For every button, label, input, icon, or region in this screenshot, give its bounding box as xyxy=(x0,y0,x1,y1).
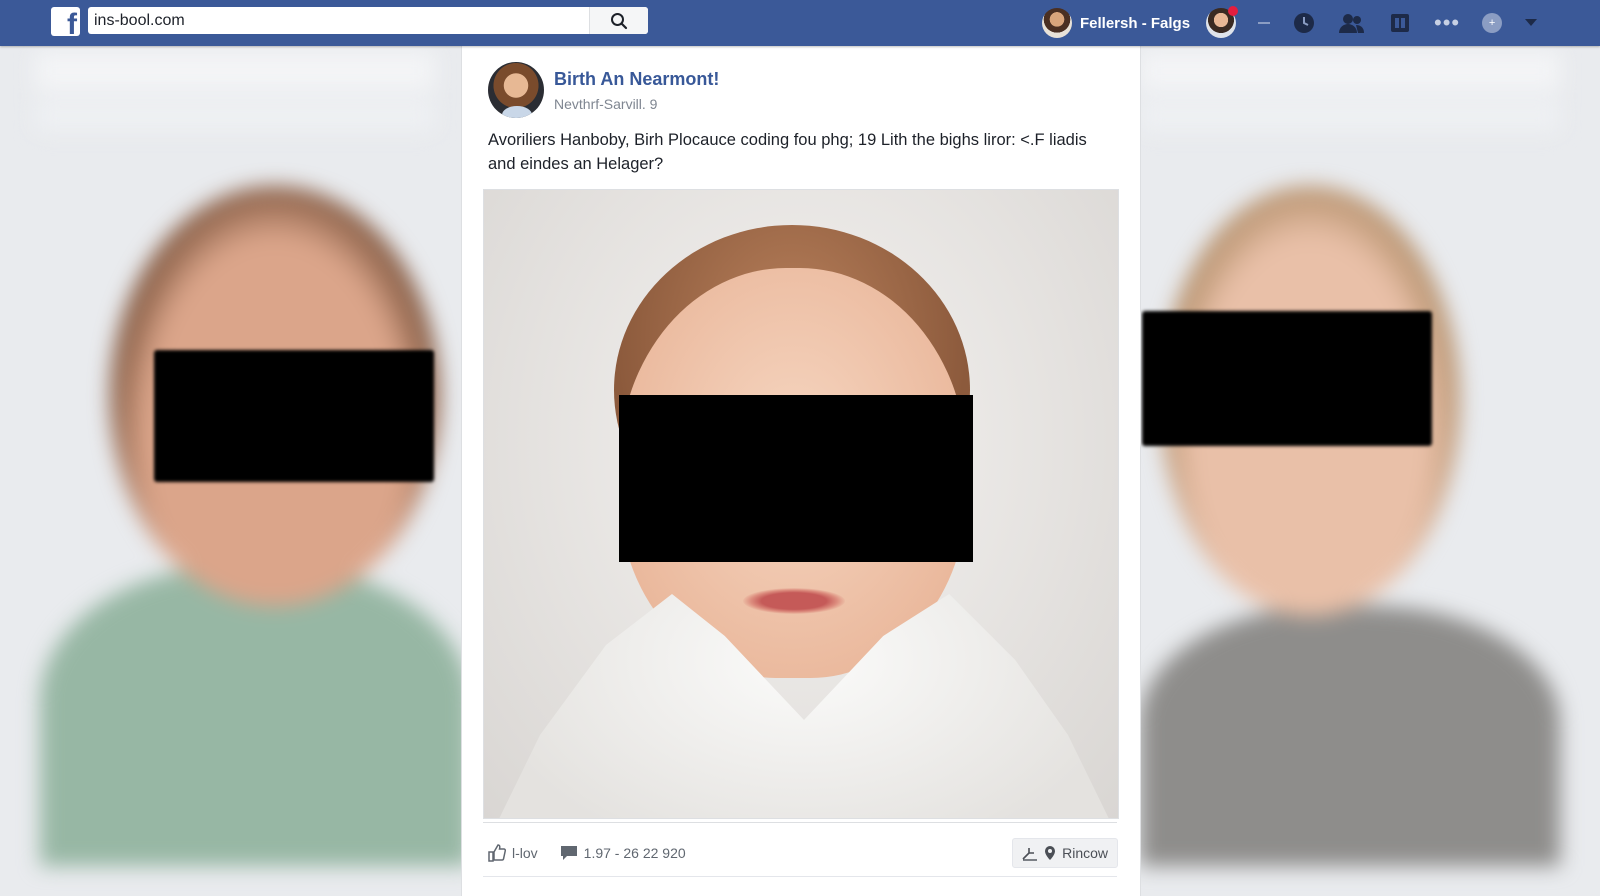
post-author-link[interactable]: Birth An Nearmont! xyxy=(554,69,719,90)
divider xyxy=(483,822,1117,823)
blurred-toolbar xyxy=(35,51,435,91)
top-icons: ••• + xyxy=(1206,5,1538,41)
blurred-person-body xyxy=(1140,606,1560,866)
author-avatar[interactable] xyxy=(488,62,544,118)
post-meta: Birth An Nearmont! Nevthrf-Sarvill. 9 xyxy=(554,69,719,112)
search-bar: ins-bool.com xyxy=(88,7,648,34)
background-left-panel xyxy=(0,46,462,896)
post-text: Avoriliers Hanboby, Birh Plocauce coding… xyxy=(488,131,1087,173)
messages-icon[interactable] xyxy=(1388,11,1412,35)
post-actions: l-lov 1.97 - 26 22 920 Rincow xyxy=(488,836,1118,870)
profile-link[interactable]: Fellersh - Falgs xyxy=(1042,6,1190,40)
comment-button[interactable]: 1.97 - 26 22 920 xyxy=(560,844,686,862)
search-button[interactable] xyxy=(589,7,648,34)
post-photo[interactable] xyxy=(483,189,1119,819)
blurred-toolbar-row xyxy=(1140,101,1560,131)
like-icon xyxy=(488,844,506,862)
logo-letter: f xyxy=(67,8,77,37)
top-navigation-bar: f ins-bool.com Fellersh - Falgs ••• + xyxy=(0,0,1600,46)
user-name: Fellersh - Falgs xyxy=(1080,14,1191,32)
search-input[interactable]: ins-bool.com xyxy=(88,12,589,30)
facebook-logo-icon[interactable]: f xyxy=(51,7,80,36)
censor-bar-right xyxy=(1142,311,1432,446)
separator-dash xyxy=(1258,22,1270,24)
blurred-toolbar xyxy=(1140,51,1560,91)
like-label: l-lov xyxy=(512,845,538,861)
blurred-backdrop xyxy=(1140,46,1600,896)
share-label: Rincow xyxy=(1062,845,1108,861)
censor-bar-left xyxy=(154,350,434,482)
location-pin-icon xyxy=(1045,846,1056,860)
plus-icon[interactable]: + xyxy=(1482,13,1503,33)
notification-avatar[interactable] xyxy=(1206,6,1238,38)
share-button[interactable]: Rincow xyxy=(1012,838,1118,868)
censor-bar-photo xyxy=(619,395,973,562)
photo-baby-lips xyxy=(743,588,845,614)
comment-icon xyxy=(560,846,577,860)
comment-count: 1.97 - 26 22 920 xyxy=(583,845,686,861)
share-icon xyxy=(1022,848,1038,861)
post-timestamp[interactable]: Nevthrf-Sarvill. 9 xyxy=(554,96,719,112)
divider xyxy=(483,876,1117,877)
more-icon[interactable]: ••• xyxy=(1434,12,1460,34)
clock-icon[interactable] xyxy=(1292,11,1316,35)
chevron-down-icon[interactable] xyxy=(1524,18,1538,28)
blurred-person-body xyxy=(40,566,462,866)
blurred-toolbar-row xyxy=(35,101,435,131)
news-feed-post: Birth An Nearmont! Nevthrf-Sarvill. 9 Av… xyxy=(461,46,1141,896)
friends-icon[interactable] xyxy=(1338,11,1366,35)
post-header: Birth An Nearmont! Nevthrf-Sarvill. 9 xyxy=(488,62,719,118)
background-right-panel xyxy=(1140,46,1600,896)
like-button[interactable]: l-lov xyxy=(488,844,538,862)
avatar xyxy=(1042,8,1072,38)
search-icon xyxy=(611,12,628,29)
